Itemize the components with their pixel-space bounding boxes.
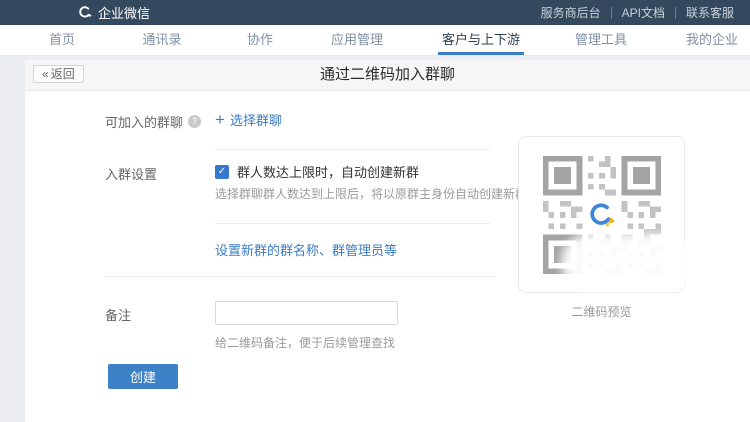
join-settings-hint: 选择群聊群人数达到上限后，将以原群主身份自动创建新群 <box>215 185 527 202</box>
wecom-logo-icon <box>78 5 93 20</box>
remark-label: 备注 <box>105 305 131 324</box>
qr-watermark-blur <box>570 243 685 281</box>
nav-item-home[interactable]: 首页 <box>45 25 79 55</box>
nav-item-contacts[interactable]: 通讯录 <box>138 25 185 55</box>
divider <box>215 223 490 224</box>
app-logo: 企业微信 <box>78 3 150 22</box>
back-button[interactable]: « 返回 <box>33 65 84 83</box>
joinable-group-label: 可加入的群聊 ? <box>105 112 201 131</box>
topbar-link-provider-console[interactable]: 服务商后台 <box>531 7 611 19</box>
nav-item-apps[interactable]: 应用管理 <box>327 25 387 55</box>
select-group-link-label: 选择群聊 <box>230 110 282 129</box>
topbar: 企业微信 服务商后台 API文档 联系客服 <box>0 0 750 25</box>
topbar-links: 服务商后台 API文档 联系客服 <box>531 7 734 19</box>
card-body: 可加入的群聊 ? + 选择群聊 入群设置 ✓ 群人数达上限时，自动创建新群 选择… <box>25 91 750 422</box>
plus-icon: + <box>215 113 225 127</box>
check-icon: ✓ <box>218 166 226 177</box>
app-title: 企业微信 <box>98 3 150 22</box>
card-header: « 返回 通过二维码加入群聊 <box>25 60 750 91</box>
divider <box>215 149 490 150</box>
topbar-link-contact-support[interactable]: 联系客服 <box>675 7 734 19</box>
join-settings-label: 入群设置 <box>105 164 157 183</box>
content-card: « 返回 通过二维码加入群聊 可加入的群聊 ? + 选择群聊 入群设置 ✓ <box>25 60 750 422</box>
divider <box>105 276 495 277</box>
main-nav: 首页 通讯录 协作 应用管理 客户与上下游 管理工具 我的企业 <box>0 25 750 56</box>
qr-code <box>543 156 661 274</box>
info-icon[interactable]: ? <box>188 115 201 128</box>
auto-create-checkbox-row[interactable]: ✓ 群人数达上限时，自动创建新群 <box>215 162 419 181</box>
auto-create-checkbox-label: 群人数达上限时，自动创建新群 <box>237 162 419 181</box>
auto-create-checkbox[interactable]: ✓ <box>215 165 229 179</box>
nav-item-tools[interactable]: 管理工具 <box>571 25 631 55</box>
qr-preview-panel <box>518 136 685 293</box>
page-title: 通过二维码加入群聊 <box>25 60 750 90</box>
topbar-link-api-docs[interactable]: API文档 <box>611 7 675 19</box>
qr-preview-caption: 二维码预览 <box>518 303 685 320</box>
remark-input[interactable] <box>215 301 398 325</box>
joinable-group-label-text: 可加入的群聊 <box>105 112 183 131</box>
remark-hint: 给二维码备注，便于后续管理查找 <box>215 334 395 351</box>
nav-item-collab[interactable]: 协作 <box>243 25 277 55</box>
nav-item-customers[interactable]: 客户与上下游 <box>438 25 524 55</box>
new-group-settings-link[interactable]: 设置新群的群名称、群管理员等 <box>215 240 397 259</box>
create-button[interactable]: 创建 <box>108 364 178 389</box>
back-chevrons-icon: « <box>42 66 49 83</box>
nav-item-company[interactable]: 我的企业 <box>682 25 742 55</box>
back-button-label: 返回 <box>51 66 75 83</box>
wecom-logo-icon <box>584 197 620 233</box>
page-background: « 返回 通过二维码加入群聊 可加入的群聊 ? + 选择群聊 入群设置 ✓ <box>0 56 750 422</box>
select-group-link[interactable]: + 选择群聊 <box>215 110 282 129</box>
